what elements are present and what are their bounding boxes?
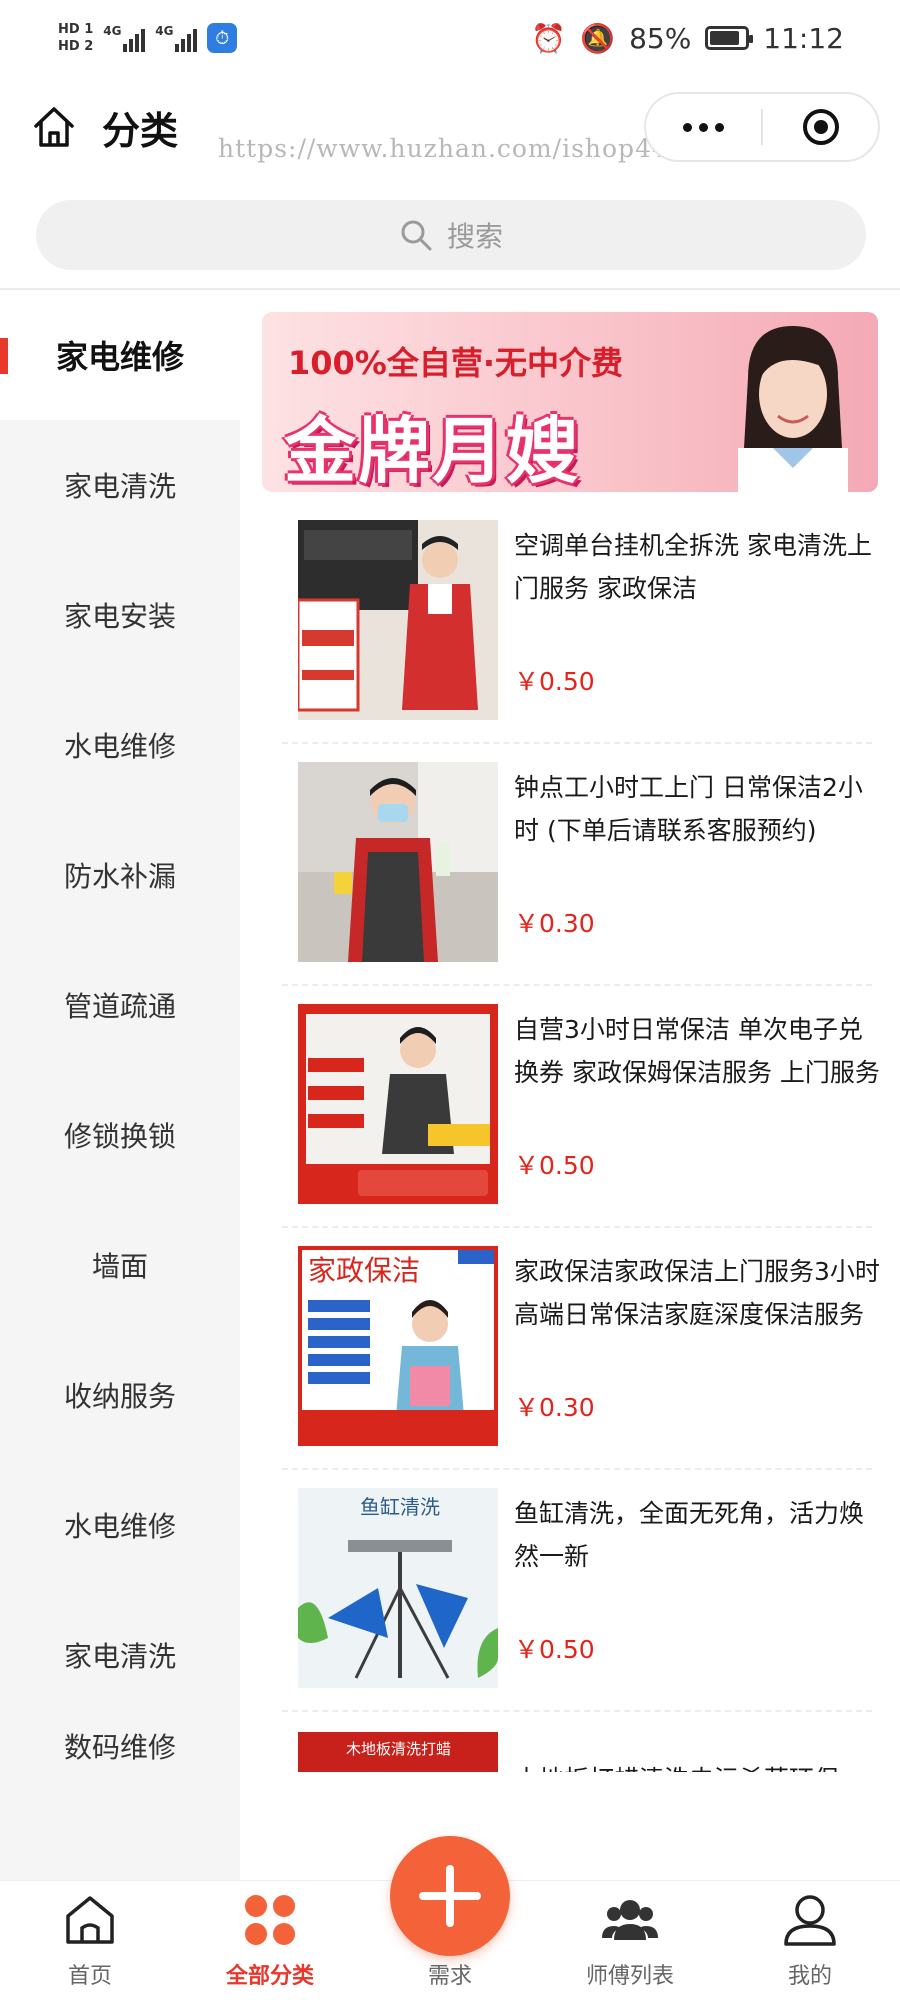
product-price: ￥0.50: [514, 1151, 595, 1180]
more-menu-icon[interactable]: [646, 122, 761, 132]
product-name: 木地板打蜡清洗去污杀菌环保: [514, 1758, 872, 1772]
signal-icon-2: 4G: [155, 24, 198, 52]
home-icon: [66, 1896, 114, 1944]
sidebar-item-storage[interactable]: 收纳服务: [0, 1330, 240, 1460]
battery-percent: 85%: [629, 21, 692, 55]
watermark: https://www.huzhan.com/ishop44453: [218, 134, 720, 163]
battery-icon: [705, 26, 754, 50]
sidebar-item-plumbing-electric-2[interactable]: 水电维修: [0, 1460, 240, 1590]
category-sidebar: 家电维修 家电清洗 家电安装 水电维修 防水补漏 管道疏通 修锁换锁 墙面 收纳…: [0, 290, 240, 1880]
sidebar-bottom-space: [0, 1770, 240, 1880]
product-thumbnail: 家政保洁: [298, 1246, 498, 1446]
tab-mine[interactable]: 我的: [720, 1881, 900, 2000]
product-card[interactable]: 自营3小时日常保洁 单次电子兑换券 家政保姆保洁服务 上门服务 ￥0.50: [282, 986, 880, 1228]
sidebar-item-appliance-cleaning-2[interactable]: 家电清洗: [0, 1590, 240, 1720]
banner-title: 金牌月嫂: [284, 409, 581, 492]
sim2-label: HD 2: [58, 39, 94, 54]
product-name: 自营3小时日常保洁 单次电子兑换券 家政保姆保洁服务 上门服务: [514, 1015, 880, 1087]
product-name: 鱼缸清洗，全面无死角，活力焕然一新: [514, 1499, 865, 1571]
product-thumbnail: 木地板清洗打蜡: [298, 1732, 498, 1772]
battery-fill: [710, 31, 740, 45]
tab-all-categories[interactable]: 全部分类: [180, 1881, 360, 2000]
post-demand-button[interactable]: [390, 1836, 510, 1956]
product-name: 家政保洁家政保洁上门服务3小时高端日常保洁家庭深度保洁服务: [514, 1257, 880, 1329]
page-title: 分类: [102, 108, 179, 153]
mute-icon: 🔕: [580, 21, 616, 55]
user-icon: [784, 1895, 836, 1946]
category-icon: [245, 1895, 295, 1945]
sidebar-item-digital-repair[interactable]: 数码维修: [0, 1720, 240, 1766]
product-thumbnail: [298, 1004, 498, 1204]
search-icon: [401, 220, 432, 251]
sidebar-item-waterproofing[interactable]: 防水补漏: [0, 810, 240, 940]
thumb-text: 木地板清洗打蜡: [346, 1740, 451, 1758]
sidebar-item-plumbing-electric[interactable]: 水电维修: [0, 680, 240, 810]
miniprogram-capsule: [644, 92, 880, 162]
product-card[interactable]: 鱼缸清洗 鱼缸清洗，全面无死角，活力焕然一新 ￥0.50: [282, 1470, 872, 1712]
product-price: ￥0.30: [514, 1393, 595, 1422]
tab-worker-list[interactable]: 师傅列表: [540, 1881, 720, 2000]
tab-label: 需求: [427, 1964, 472, 1989]
banner-portrait-image: [738, 326, 848, 492]
search-placeholder: 搜索: [446, 220, 503, 253]
tab-label: 我的: [787, 1964, 832, 1989]
tab-label: 全部分类: [225, 1964, 314, 1989]
app-notification-icon: ⏱: [207, 23, 238, 53]
home-nav-icon[interactable]: [30, 103, 78, 151]
product-card[interactable]: 空调单台挂机全拆洗 家电清洗上门服务 家政保洁 ￥0.50: [282, 502, 872, 744]
product-card[interactable]: 家政保洁 家政保洁家政保洁上门服务3小时高端日常保洁家庭深度保洁服务 ￥0.30: [282, 1228, 880, 1470]
tab-home[interactable]: 首页: [0, 1881, 180, 2000]
sidebar-item-appliance-cleaning[interactable]: 家电清洗: [0, 420, 240, 550]
product-price: ￥0.30: [514, 909, 595, 938]
product-card[interactable]: 木地板清洗打蜡 木地板打蜡清洗去污杀菌环保: [282, 1732, 872, 1772]
sidebar-item-appliance-install[interactable]: 家电安装: [0, 550, 240, 680]
network-type-1: 4G: [103, 24, 122, 38]
sidebar-item-pipe-unclog[interactable]: 管道疏通: [0, 940, 240, 1070]
banner-subtitle: 100%全自营·无中介费: [288, 344, 624, 382]
promo-banner[interactable]: 100%全自营·无中介费 金牌月嫂: [262, 312, 878, 492]
clock: 11:12: [763, 21, 844, 55]
product-price: ￥0.50: [514, 667, 595, 696]
tab-label: 师傅列表: [585, 1964, 674, 1989]
product-thumbnail: 鱼缸清洗: [298, 1488, 498, 1688]
product-price: ￥0.50: [514, 1635, 595, 1664]
product-name: 空调单台挂机全拆洗 家电清洗上门服务 家政保洁: [514, 531, 872, 603]
product-list-area: 100%全自营·无中介费 金牌月嫂 空调单台挂机全拆洗 家电清洗上门服务 家政保…: [240, 290, 900, 1890]
alarm-icon: ⏰: [531, 21, 567, 55]
sidebar-item-wall[interactable]: 墙面: [0, 1200, 240, 1330]
signal-icon: 4G: [103, 24, 146, 52]
status-bar: HD 1 HD 2 4G 4G ⏱ ⏰ 🔕 85% 11:12: [0, 0, 900, 76]
workers-icon: [602, 1900, 658, 1940]
product-thumbnail: [298, 520, 498, 720]
close-miniprogram-icon[interactable]: [763, 109, 878, 145]
thumb-text: 鱼缸清洗: [360, 1495, 440, 1519]
plus-icon: [419, 1865, 481, 1927]
tab-label: 首页: [67, 1964, 112, 1989]
thumb-text: 家政保洁: [308, 1254, 420, 1287]
search-bar[interactable]: 搜索: [36, 200, 866, 270]
product-card[interactable]: 钟点工小时工上门 日常保洁2小时 (下单后请联系客服预约) ￥0.30: [282, 744, 872, 986]
sidebar-item-lock-service[interactable]: 修锁换锁: [0, 1070, 240, 1200]
network-type-2: 4G: [155, 24, 174, 38]
product-name: 钟点工小时工上门 日常保洁2小时 (下单后请联系客服预约): [514, 773, 863, 845]
sidebar-item-appliance-repair[interactable]: 家电维修: [0, 290, 240, 420]
product-thumbnail: [298, 762, 498, 962]
sim1-label: HD 1: [58, 22, 94, 37]
nav-header: 分类 https://www.huzhan.com/ishop44453: [0, 82, 900, 172]
sim-indicator: HD 1 HD 2: [58, 23, 93, 53]
